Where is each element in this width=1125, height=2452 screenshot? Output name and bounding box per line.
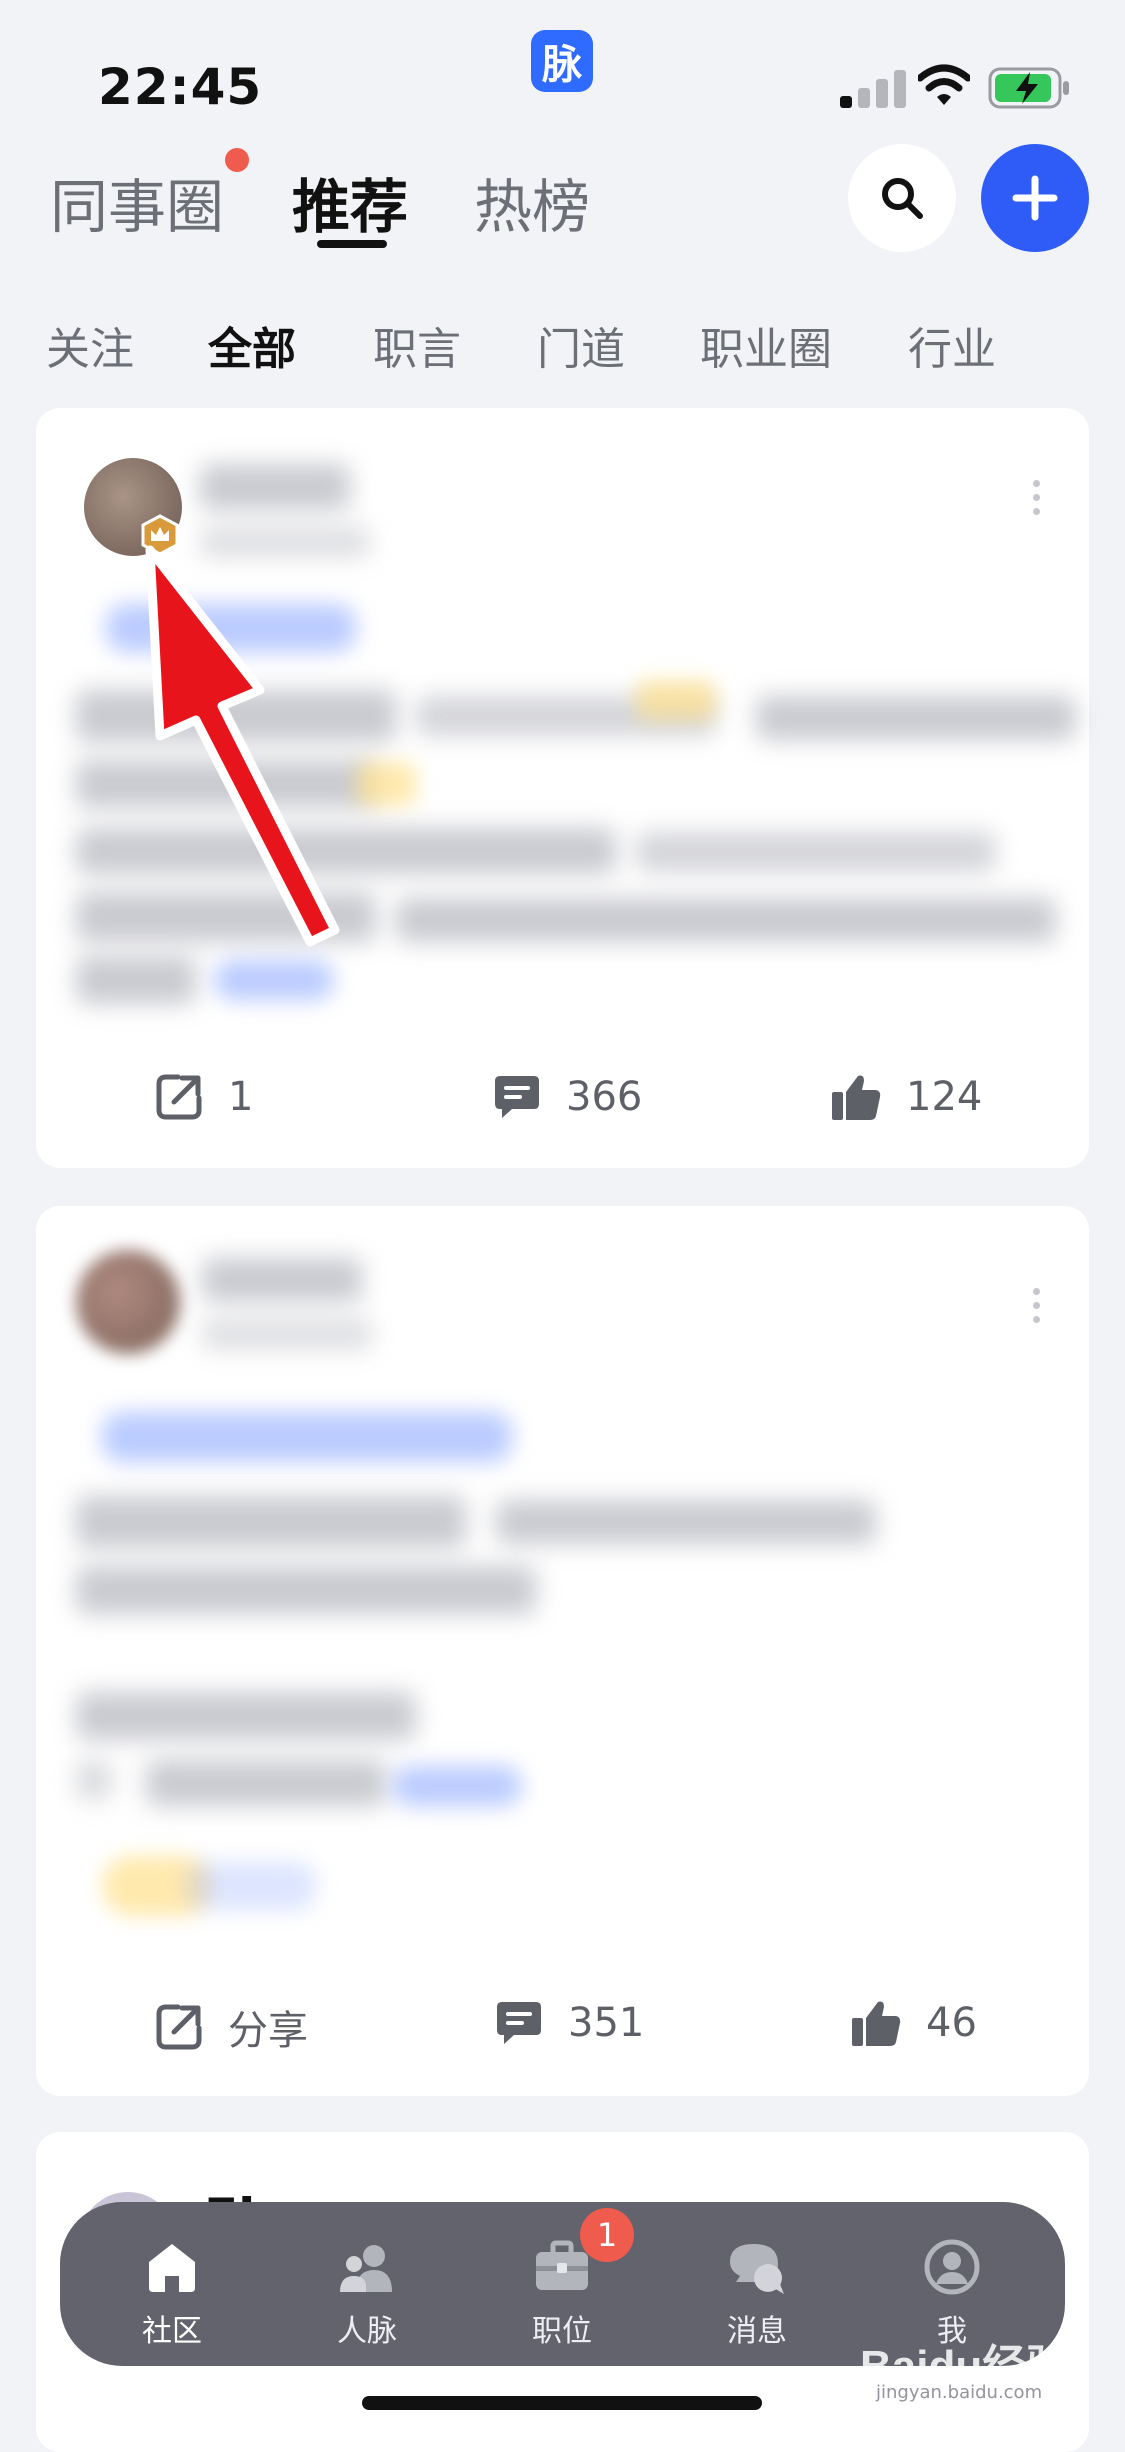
comment-button[interactable]: 366: [492, 1072, 642, 1122]
read-more-link-blurred[interactable]: [392, 1766, 522, 1806]
like-count: 46: [926, 2000, 977, 2046]
post-text-blurred: [76, 1760, 112, 1800]
jobs-badge: 1: [580, 2208, 634, 2262]
author-title-blurred: [202, 1318, 372, 1350]
nav-messages[interactable]: 消息: [682, 2202, 832, 2366]
subtab-industry[interactable]: 行业: [908, 313, 996, 377]
nav-community[interactable]: 社区: [97, 2202, 247, 2366]
subtab-know-how[interactable]: 门道: [537, 313, 625, 377]
post-text-blurred: [146, 1760, 386, 1806]
battery-charging-icon: [988, 67, 1069, 109]
post-card[interactable]: 分享 351 46: [36, 1206, 1089, 2096]
plus-icon: [1012, 175, 1058, 221]
like-count: 124: [906, 1074, 983, 1120]
active-tab-indicator: [317, 240, 387, 248]
share-label: 分享: [228, 2008, 308, 2054]
share-button[interactable]: 1: [154, 1072, 253, 1122]
more-options-icon[interactable]: [1028, 1288, 1044, 1323]
nav-contacts[interactable]: 人脉: [292, 2202, 442, 2366]
post-text-blurred: [76, 1496, 466, 1548]
app-indicator: 脉: [531, 30, 593, 92]
subtab-follow[interactable]: 关注: [46, 313, 134, 377]
comment-button[interactable]: 351: [494, 1998, 644, 2048]
contacts-icon: [340, 2245, 392, 2292]
comment-icon: [497, 2002, 541, 2044]
thumbs-up-icon: [832, 1075, 881, 1120]
add-post-button[interactable]: [981, 144, 1089, 252]
notification-dot: [225, 148, 249, 172]
profile-icon: [924, 2239, 980, 2295]
reaction-blurred: [186, 1862, 316, 1910]
author-name-blurred: [202, 1258, 362, 1302]
emoji-blurred: [636, 680, 716, 720]
emoji-blurred: [356, 762, 416, 806]
comment-count: 366: [566, 1074, 643, 1120]
share-count: 1: [228, 1074, 254, 1120]
chat-bubbles-icon: [730, 2244, 784, 2294]
post-text-blurred: [756, 696, 1076, 740]
nav-label: 职位: [532, 2314, 592, 2349]
wifi-icon: [918, 64, 970, 105]
comment-icon: [495, 1076, 539, 1118]
author-name-blurred: [200, 464, 350, 510]
share-icon: [156, 2004, 202, 2050]
home-indicator[interactable]: [362, 2396, 762, 2410]
thumbs-up-icon: [852, 2001, 901, 2046]
tab-recommend[interactable]: 推荐: [292, 160, 408, 244]
like-button[interactable]: 124: [830, 1072, 982, 1122]
like-button[interactable]: 46: [850, 1998, 977, 2048]
more-options-icon[interactable]: [1028, 480, 1044, 515]
tab-hot-list[interactable]: 热榜: [474, 160, 590, 244]
nav-label: 社区: [142, 2314, 202, 2349]
search-button[interactable]: [848, 144, 956, 252]
status-time: 22:45: [98, 58, 263, 116]
search-icon: [882, 178, 923, 219]
subtab-all[interactable]: 全部: [208, 313, 296, 377]
subtab-career-circle[interactable]: 职业圈: [700, 313, 832, 377]
nav-label: 消息: [727, 2314, 787, 2349]
home-icon: [149, 2244, 195, 2292]
watermark-url: jingyan.baidu.com: [876, 2382, 1043, 2403]
post-text-blurred: [636, 832, 996, 872]
comment-count: 351: [568, 2000, 645, 2046]
cellular-signal-icon: [840, 70, 906, 108]
post-text-blurred: [496, 1500, 876, 1544]
share-button[interactable]: 分享: [154, 1998, 308, 2056]
nav-label: 人脉: [337, 2314, 397, 2349]
tab-colleague-circle[interactable]: 同事圈: [50, 160, 224, 244]
topic-tag-blurred[interactable]: [102, 1412, 512, 1462]
post-text-blurred: [76, 1692, 416, 1740]
post-text-blurred: [396, 898, 1056, 942]
post-text-blurred: [76, 1566, 536, 1614]
red-arrow-annotation: [145, 545, 340, 947]
author-avatar[interactable]: [76, 1250, 180, 1354]
subtab-career-talk[interactable]: 职言: [373, 313, 461, 377]
share-icon: [156, 1074, 202, 1120]
